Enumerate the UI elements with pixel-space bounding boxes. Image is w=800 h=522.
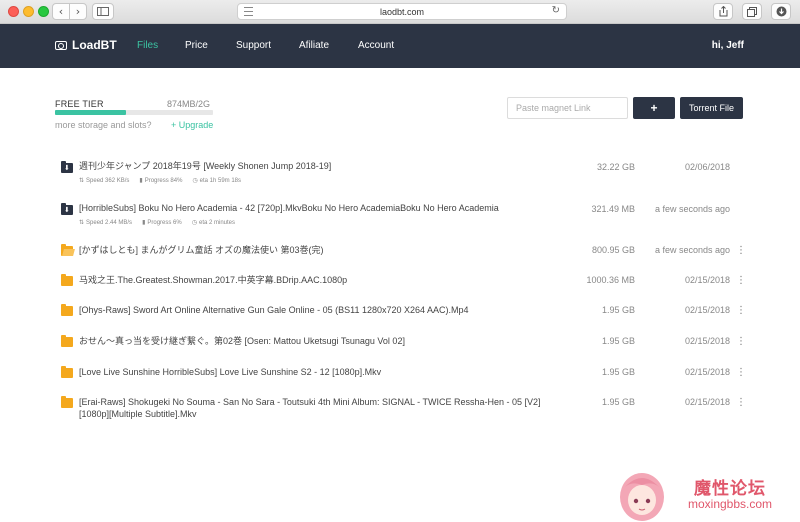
- downloads-button[interactable]: [771, 3, 791, 20]
- download-meta: ⇅ Speed 362 KB/s ▮ Progress 84% ◷ eta 1h 59…: [79, 177, 241, 184]
- file-date: 02/15/2018: [684, 397, 730, 407]
- sidebar-toggle-button[interactable]: [92, 3, 114, 20]
- reader-icon[interactable]: [244, 7, 253, 16]
- speed-icon: ⇅: [79, 219, 85, 226]
- more-options-icon[interactable]: ⋮: [736, 276, 746, 286]
- folder-icon: [61, 396, 73, 408]
- folder-icon: [61, 274, 73, 286]
- user-greeting[interactable]: hi, Jeff: [712, 40, 744, 51]
- file-date: 02/06/2018: [684, 162, 730, 172]
- file-date: 02/15/2018: [684, 367, 730, 377]
- brand-name: LoadBT: [72, 38, 117, 52]
- progress-text: ▮ Progress 6%: [142, 219, 182, 226]
- file-size: 32.22 GB: [596, 162, 635, 172]
- storage-progress-fill: [55, 110, 127, 115]
- watermark-title: 魔性论坛: [694, 479, 766, 499]
- upgrade-link[interactable]: + Upgrade: [171, 120, 213, 130]
- nav-support[interactable]: Support: [236, 40, 271, 51]
- maximize-window-button[interactable]: [38, 6, 49, 17]
- file-name[interactable]: [HorribleSubs] Boku No Hero Academia - 4…: [79, 202, 499, 214]
- file-name[interactable]: [かずはしとも] まんがグリム童話 オズの魔法使い 第03巻(完): [79, 244, 324, 256]
- sidebar-icon: [97, 7, 109, 16]
- file-name[interactable]: 马戏之王.The.Greatest.Showman.2017.中英字幕.BDri…: [79, 274, 347, 286]
- chevron-left-icon: ‹: [58, 5, 64, 18]
- more-options-icon[interactable]: ⋮: [736, 246, 746, 256]
- file-date: a few seconds ago: [654, 245, 730, 255]
- torrent-file-button[interactable]: Torrent File: [680, 97, 743, 119]
- share-button[interactable]: [713, 3, 733, 20]
- back-button[interactable]: ‹: [52, 3, 70, 20]
- watermark-url: moxingbbs.com: [688, 497, 773, 511]
- add-magnet-button[interactable]: +: [633, 97, 675, 119]
- tabs-icon: [747, 6, 757, 17]
- clock-icon: ◷: [192, 177, 198, 184]
- clock-icon: ◷: [191, 219, 197, 226]
- speed-text: ⇅ Speed 362 KB/s: [79, 177, 130, 184]
- eta-text: ◷ eta 2 minutes: [191, 219, 236, 226]
- file-name[interactable]: おせん～真っ当を受け継ぎ繋ぐ。第02巻 [Osen: Mattou Uketsu…: [79, 335, 405, 347]
- app-navbar: LoadBT Files Price Support Afiliate Acco…: [0, 24, 800, 68]
- download-folder-icon: ⬇: [61, 203, 73, 215]
- nav-account[interactable]: Account: [358, 40, 394, 51]
- share-icon: [719, 6, 727, 17]
- file-name[interactable]: [Erai-Raws] Shokugeki No Souma - San No …: [79, 396, 559, 420]
- file-date: 02/15/2018: [684, 305, 730, 315]
- tabs-overview-button[interactable]: [742, 3, 762, 20]
- tier-label: FREE TIER: [55, 99, 104, 109]
- close-window-button[interactable]: [8, 6, 19, 17]
- file-size: 1.95 GB: [601, 336, 635, 346]
- chevron-right-icon: ›: [75, 5, 81, 18]
- progress-icon: ▮: [142, 219, 146, 226]
- watermark-mascot-icon: [620, 473, 664, 521]
- more-options-icon[interactable]: ⋮: [736, 398, 746, 408]
- more-storage-text: more storage and slots?: [55, 120, 152, 130]
- file-size: 1000.36 MB: [586, 275, 635, 285]
- more-options-icon[interactable]: ⋮: [736, 368, 746, 378]
- file-size: 321.49 MB: [591, 204, 635, 214]
- file-size: 800.95 GB: [591, 245, 635, 255]
- download-folder-icon: ⬇: [61, 161, 73, 173]
- brand-logo[interactable]: LoadBT: [55, 38, 117, 52]
- file-name[interactable]: 週刊少年ジャンプ 2018年19号 [Weekly Shonen Jump 20…: [79, 160, 331, 172]
- speed-icon: ⇅: [79, 177, 85, 184]
- nav-afiliate[interactable]: Afiliate: [299, 40, 329, 51]
- folder-icon: [61, 335, 73, 347]
- file-date: 02/15/2018: [684, 275, 730, 285]
- file-size: 1.95 GB: [601, 305, 635, 315]
- folder-icon: [61, 366, 73, 378]
- minimize-window-button[interactable]: [23, 6, 34, 17]
- file-date: a few seconds ago: [654, 204, 730, 214]
- nav-price[interactable]: Price: [185, 40, 208, 51]
- file-name[interactable]: [Love Live Sunshine HorribleSubs] Love L…: [79, 366, 381, 378]
- folder-icon: [61, 304, 73, 316]
- magnet-link-input[interactable]: [507, 97, 628, 119]
- nav-files[interactable]: Files: [137, 40, 158, 51]
- progress-text: ▮ Progress 84%: [139, 177, 183, 184]
- address-bar[interactable]: laodbt.com ↻: [237, 3, 567, 20]
- storage-used: 874MB/2G: [167, 99, 211, 109]
- browser-toolbar: ‹ › laodbt.com ↻: [0, 0, 800, 24]
- open-folder-icon: [61, 244, 73, 256]
- file-size: 1.95 GB: [601, 397, 635, 407]
- url-text: laodbt.com: [379, 6, 425, 17]
- more-options-icon[interactable]: ⋮: [736, 306, 746, 316]
- eta-text: ◷ eta 1h 59m 18s: [192, 177, 242, 184]
- camera-icon: [55, 40, 67, 50]
- more-options-icon[interactable]: ⋮: [736, 337, 746, 347]
- file-size: 1.95 GB: [601, 367, 635, 377]
- file-name[interactable]: [Ohys-Raws] Sword Art Online Alternative…: [79, 304, 469, 316]
- download-meta: ⇅ Speed 2.44 MB/s ▮ Progress 6% ◷ eta 2 min…: [79, 219, 235, 226]
- download-icon: [776, 6, 786, 17]
- file-date: 02/15/2018: [684, 336, 730, 346]
- forward-button[interactable]: ›: [69, 3, 87, 20]
- progress-icon: ▮: [139, 177, 143, 184]
- storage-progress-bar: [55, 110, 213, 115]
- speed-text: ⇅ Speed 2.44 MB/s: [79, 219, 133, 226]
- reload-icon[interactable]: ↻: [552, 5, 560, 16]
